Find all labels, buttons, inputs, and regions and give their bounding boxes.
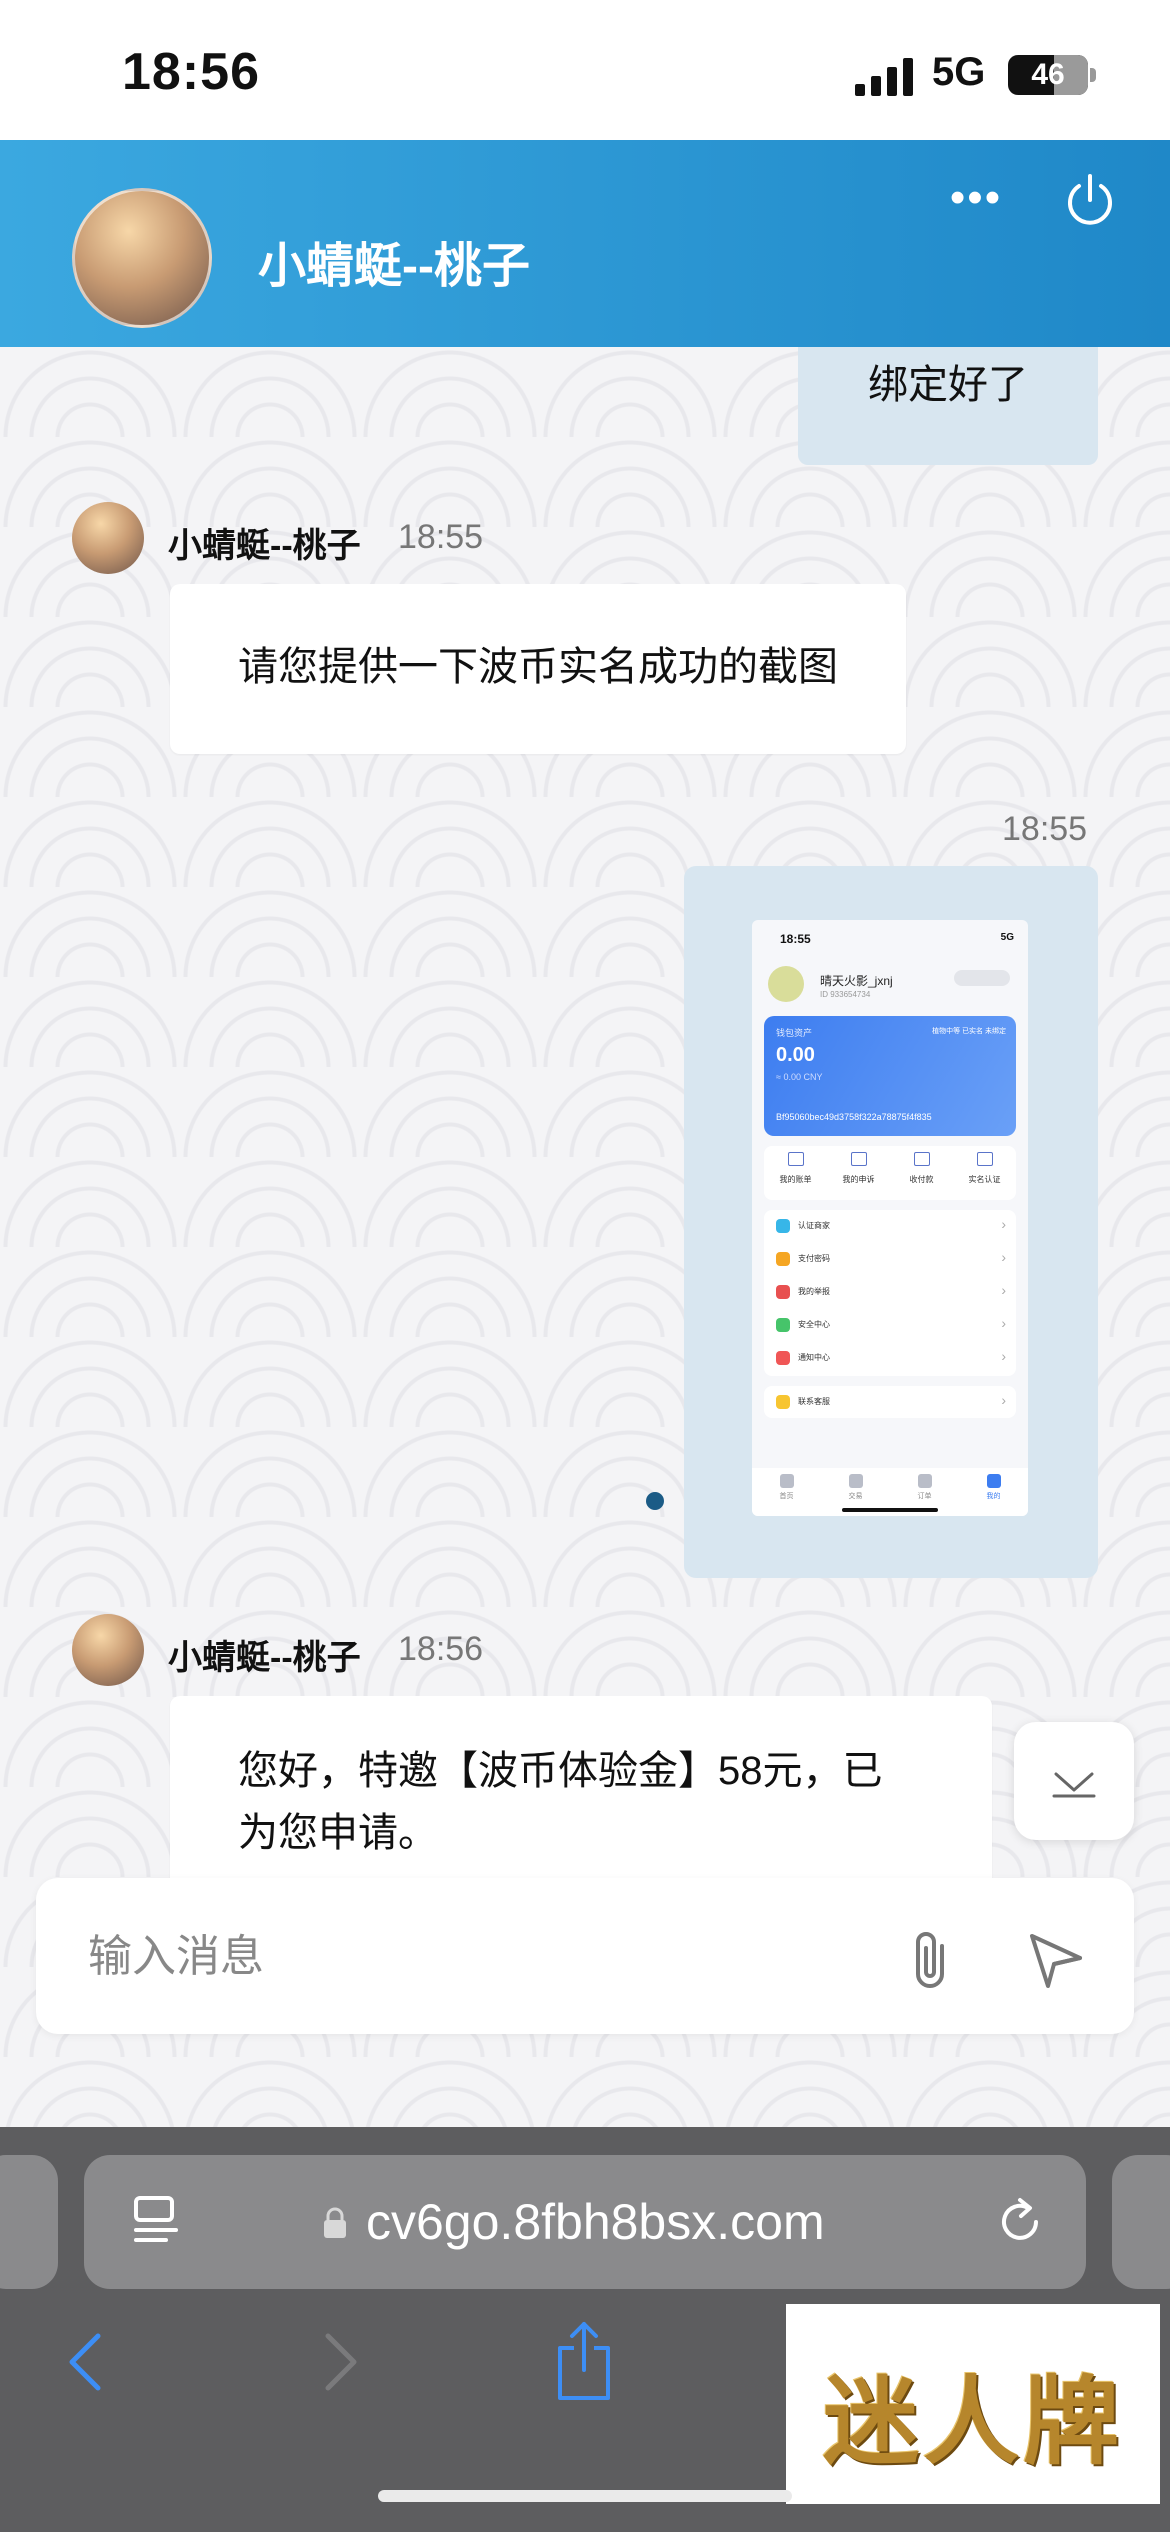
battery-nub [1090,68,1096,82]
screenshot-home-indicator [842,1508,938,1512]
home-indicator [378,2490,792,2502]
share-icon[interactable] [552,2318,616,2402]
reader-menu-icon[interactable] [132,2192,182,2252]
wallet-cny: ≈ 0.00 CNY [776,1072,823,1082]
next-tab-preview[interactable] [1112,2155,1170,2289]
wallet-actions: 我的账单 我的申诉 收付款 实名认证 [764,1146,1016,1200]
action-verification: 实名认证 [953,1152,1016,1185]
action-bills: 我的账单 [764,1152,827,1185]
menu-row: 安全中心 › [764,1309,1016,1341]
menu-row: 支付密码 › [764,1243,1016,1275]
incoming-message-bubble: 请您提供一下波币实名成功的截图 [170,584,906,754]
screenshot-user-id: ID 933654734 [820,990,871,999]
battery-icon: 46 [1008,55,1088,95]
wallet-screenshot-image[interactable]: 18:55 5G 晴天火影_jxnj ID 933654734 钱包资产 植物中… [752,920,1028,1516]
status-time: 18:56 [122,43,260,101]
forward-icon[interactable] [318,2330,364,2394]
status-bar: 18:56 5G 46 [0,0,1170,140]
tab: 交易 [821,1474,890,1501]
watermark-logo: 迷人牌 [786,2304,1160,2504]
url-text[interactable]: cv6go.8fbh8bsx.com [366,2193,825,2251]
wallet-card: 钱包资产 植物中等 已实名 未绑定 0.00 ≈ 0.00 CNY Bf9506… [764,1016,1016,1136]
more-options-icon[interactable]: ••• [948,176,1004,220]
message-text: 绑定好了 [868,363,1028,407]
message-status-dot [646,1492,664,1510]
menu-row: 认证商家 › [764,1210,1016,1242]
message-time: 18:55 [1002,810,1088,848]
menu-row: 通知中心 › [764,1342,1016,1374]
outgoing-message-bubble: 绑定好了 [798,347,1098,465]
message-input[interactable] [86,1916,870,1998]
cellular-signal-icon [855,58,913,96]
tab: 我的 [959,1474,1028,1501]
action-payments: 收付款 [890,1152,953,1185]
screenshot-status: 5G [1000,932,1014,943]
sender-name: 小蜻蜓--桃子 [168,1639,361,1677]
previous-tab-preview[interactable] [0,2155,58,2289]
battery-level: 46 [1031,58,1065,91]
wallet-tags: 植物中等 已实名 未绑定 [932,1028,1006,1035]
message-text-line-2: 为您申请。 [238,1811,438,1855]
incoming-message-bubble: 您好，特邀【波币体验金】58元，已 为您申请。 [170,1696,992,1896]
chevron-down-icon [1052,1772,1096,1798]
sender-name: 小蜻蜓--桃子 [168,527,361,565]
wallet-menu-list: 认证商家 › 支付密码 › 我的举报 › 安全中心 › 通知中心 › [764,1210,1016,1376]
power-icon[interactable] [1062,172,1118,228]
contact-name: 小蜻蜓--桃子 [258,240,530,293]
wallet-balance: 0.00 [776,1044,815,1066]
screenshot-avatar [768,966,804,1002]
back-icon[interactable] [62,2330,108,2394]
message-composer [36,1878,1134,2034]
sender-avatar[interactable] [72,502,144,574]
wallet-label: 钱包资产 [776,1028,813,1038]
message-time: 18:55 [398,518,484,556]
wallet-address: Bf95060bec49d3758f322a78875f4f835 [776,1112,932,1122]
message-time: 18:56 [398,1630,484,1668]
message-text-line-1: 您好，特邀【波币体验金】58元，已 [238,1749,883,1793]
message-text: 请您提供一下波币实名成功的截图 [238,645,838,689]
wallet-service-row: 联系客服 › [764,1386,1016,1418]
menu-row: 我的举报 › [764,1276,1016,1308]
screenshot-time: 18:55 [780,932,811,946]
screenshot-user-name: 晴天火影_jxnj [820,974,893,988]
network-type: 5G [932,50,986,94]
reload-icon[interactable] [990,2192,1050,2252]
tab: 订单 [890,1474,959,1501]
action-appeals: 我的申诉 [827,1152,890,1185]
lock-icon [324,2207,346,2238]
send-icon[interactable] [1024,1928,1086,1990]
watermark-text: 迷人牌 [823,2365,1123,2478]
scroll-to-bottom-button[interactable] [1014,1722,1134,1840]
screenshot-pill [954,970,1010,986]
sender-avatar[interactable] [72,1614,144,1686]
attachment-icon[interactable] [902,1928,962,1994]
tab: 首页 [752,1474,821,1501]
contact-avatar[interactable] [72,188,212,328]
